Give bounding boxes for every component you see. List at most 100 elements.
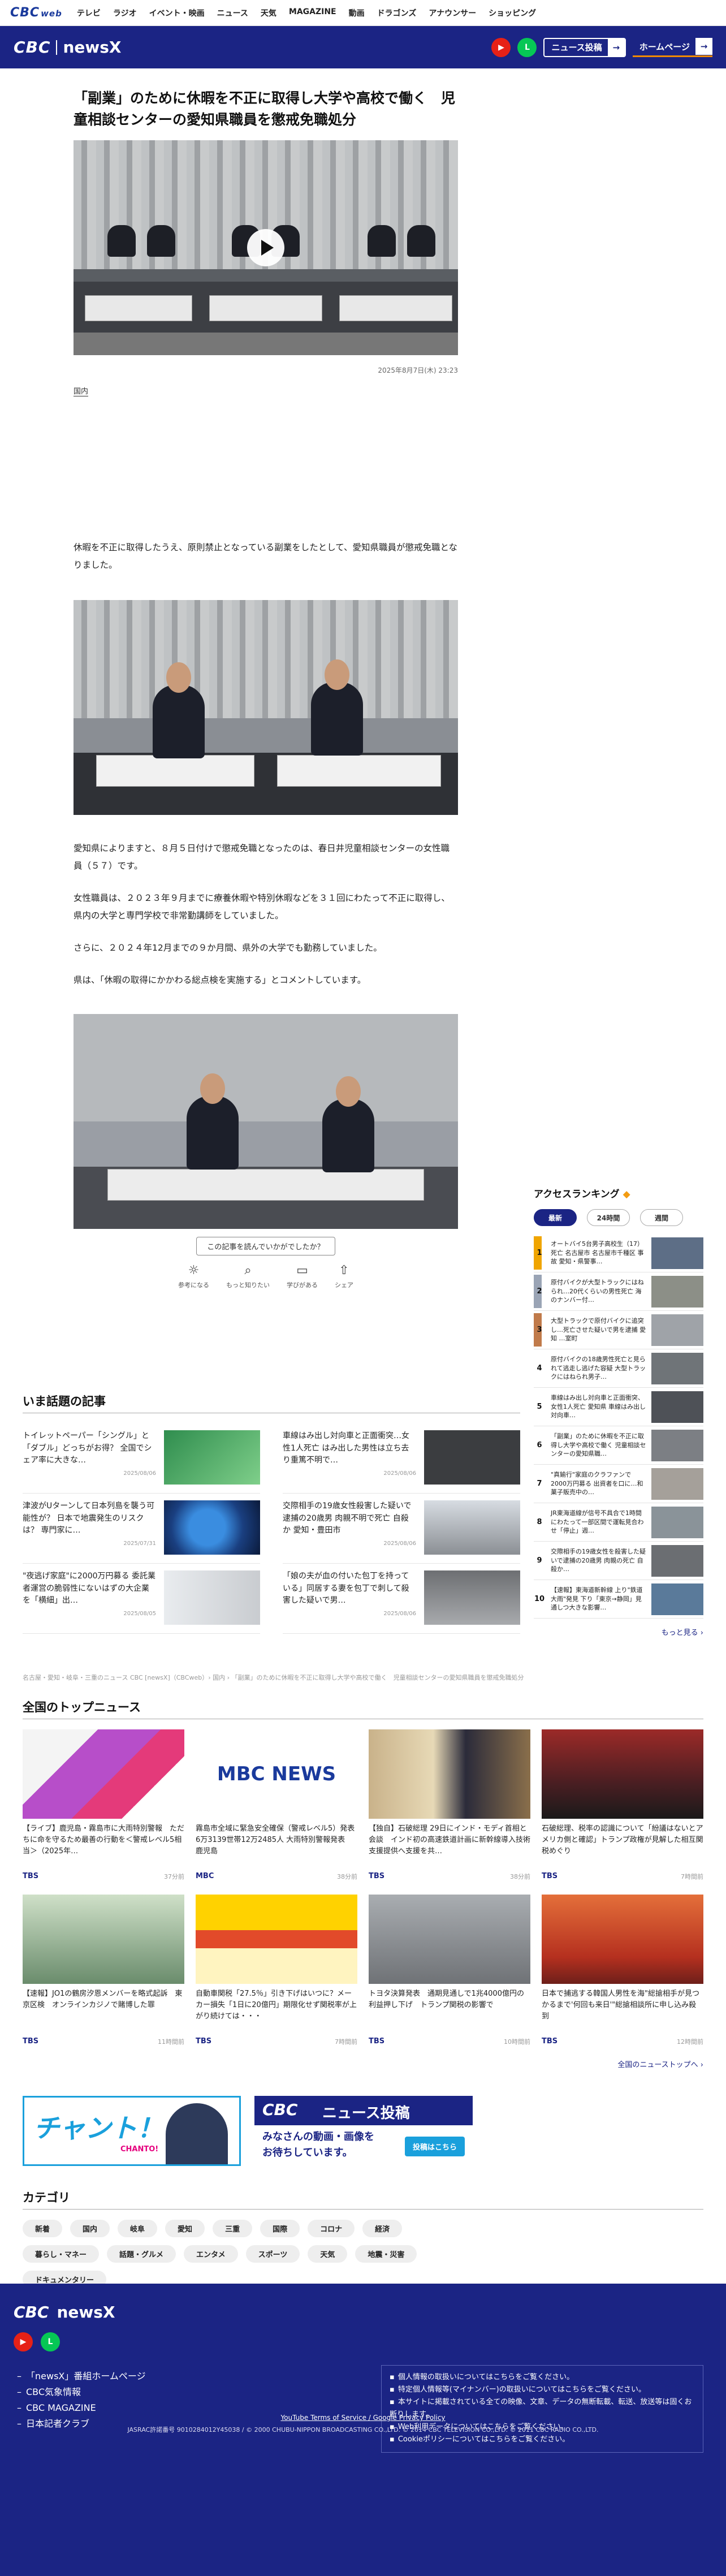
hot-item[interactable]: トイレットペーパー「シングル」と「ダブル」どっちがお得？ 全国でシェア率に大きな… <box>23 1423 260 1494</box>
category-pill[interactable]: エンタメ <box>184 2245 238 2263</box>
category-pill[interactable]: 新着 <box>23 2220 63 2237</box>
ranking-item[interactable]: 9 交際相手の19歳女性を殺害した疑いで逮捕の20歳男 肉親の死亡 自殺か… <box>534 1542 703 1580</box>
hot-item[interactable]: 津波がUターンして日本列島を襲う可能性が？ 日本で地震発生のリスクは？ 専門家に… <box>23 1494 260 1564</box>
chanto-banner[interactable]: チャント！ CHANTO! <box>23 2096 241 2166</box>
notice-link[interactable]: 個人情報の取扱いについてはこちらをご覧ください。 <box>390 2371 695 2384</box>
category-pill[interactable]: 暮らし・マネー <box>23 2245 100 2263</box>
article-paragraph: さらに、２０２４年12月までの９か月間、県外の大学でも勤務していました。 <box>74 943 382 953</box>
nav-item-shopping[interactable]: ショッピング <box>489 7 536 19</box>
news-post-button[interactable]: ニュース投稿 → <box>543 37 626 57</box>
nav-item-dragons[interactable]: ドラゴンズ <box>377 7 417 19</box>
news-card[interactable]: MBC NEWS 霧島市全域に緊急安全確保（警戒レベル5）発表 6万3139世帯1… <box>196 1729 357 1881</box>
category-pill[interactable]: 愛知 <box>165 2220 205 2237</box>
category-pill[interactable]: 岐阜 <box>118 2220 158 2237</box>
notice-link[interactable]: Cookieポリシーについてはこちらをご覧ください。 <box>390 2433 695 2446</box>
ranking-item[interactable]: 5 車線はみ出し対向車と正面衝突、女性1人死亡 愛知県 車線はみ出し対向車… <box>534 1388 703 1426</box>
news-card[interactable]: 【速報】JO1の鶴房汐恩メンバーを略式起訴 東京区検 オンラインカジノで賭博した… <box>23 1895 184 2046</box>
top-news-more-link[interactable]: 全国のニューストップへ › <box>23 2059 703 2069</box>
youtube-icon[interactable]: ▶ <box>14 2332 33 2351</box>
news-card[interactable]: 石破総理、税率の認識について「紛議はないとアメリカ側と確認」トランプ政権が見解し… <box>542 1729 703 1881</box>
hot-item[interactable]: 車線はみ出し対向車と正面衝突…女性1人死亡 はみ出した男性は立ち去り重篤不明で…… <box>283 1423 520 1494</box>
ranking-more-link[interactable]: もっと見る › <box>534 1626 703 1637</box>
news-card[interactable]: 【独自】石破総理 29日にインド・モディ首相と会談 インド初の高速鉄道計画に新幹… <box>369 1729 530 1881</box>
top-news-title: 全国のトップニュース <box>23 1698 703 1719</box>
category-pill[interactable]: 天気 <box>308 2245 348 2263</box>
newsx-brand[interactable]: newsX <box>63 38 121 57</box>
footer-link[interactable]: 「newsX」番組ホームページ <box>17 2368 146 2384</box>
notice-link[interactable]: 特定個人情報等(マイナンバー)の取扱いについてはこちらをご覧ください。 <box>390 2384 695 2396</box>
article-category-link[interactable]: 国内 <box>74 385 89 396</box>
footer-link[interactable]: CBC気象情報 <box>17 2384 146 2400</box>
youtube-icon[interactable]: ▶ <box>491 37 511 57</box>
breadcrumb[interactable]: 名古屋・愛知・岐阜・三重のニュース CBC [newsX]（CBCweb）› 国… <box>23 1673 701 1682</box>
nav-item-video[interactable]: 動画 <box>349 7 365 19</box>
category-pill[interactable]: 地震・災害 <box>355 2245 417 2263</box>
footer-social: ▶ L <box>14 2332 60 2351</box>
news-card[interactable]: トヨタ決算発表 通期見通しで1兆4000億円の利益押し下げ トランプ関税の影響で… <box>369 1895 530 2046</box>
presenter-photo <box>166 2103 228 2164</box>
ranking-thumbnail <box>651 1544 703 1577</box>
header-actions: ▶ L ニュース投稿 → ホームページ → <box>491 37 712 57</box>
category-pill[interactable]: 国内 <box>70 2220 110 2237</box>
homepage-button[interactable]: ホームページ → <box>632 37 712 57</box>
tab-24h[interactable]: 24時間 <box>587 1209 630 1226</box>
category-pill[interactable]: コロナ <box>308 2220 355 2237</box>
hot-item[interactable]: 「娘の夫が血の付いた包丁を持っている」同居する妻を包丁で刺して殺害した疑いで男…… <box>283 1564 520 1634</box>
category-pill[interactable]: 国際 <box>260 2220 300 2237</box>
hot-item[interactable]: 交際相手の19歳女性殺害した疑いで逮捕の20歳男 肉親不明で死亡 自殺か 愛知・… <box>283 1494 520 1564</box>
news-thumbnail <box>542 1729 703 1819</box>
ranking-item[interactable]: 8 JR東海道線が信号不具合で1時間にわたって一部区間で運転見合わせ「停止」週… <box>534 1503 703 1542</box>
line-icon[interactable]: L <box>517 37 537 57</box>
hot-item-thumbnail <box>164 1570 260 1625</box>
ranking-thumbnail <box>651 1314 703 1346</box>
article-paragraph: 愛知県によりますと、８月５日付けで懲戒免職となったのは、春日井児童相談センターの… <box>74 843 450 871</box>
ranking-item[interactable]: 6 「副業」のために休暇を不正に取得し大学や高校で働く 児童相談センターの愛知県職… <box>534 1426 703 1465</box>
ranking-thumbnail <box>651 1391 703 1423</box>
legal-links[interactable]: YouTube Terms of Service / Google Privac… <box>0 2414 726 2422</box>
tab-weekly[interactable]: 週間 <box>640 1209 683 1226</box>
nav-item-radio[interactable]: ラジオ <box>113 7 137 19</box>
news-post-banner[interactable]: CBC ニュース投稿 みなさんの動画・画像を お待ちしています。 投稿はこちら <box>254 2096 473 2166</box>
nav-item-announcer[interactable]: アナウンサー <box>429 7 476 19</box>
arrow-right-icon: → <box>695 38 712 55</box>
cbcweb-logo[interactable]: CBC web <box>10 6 62 20</box>
footer-logo[interactable]: CBC newsX <box>14 2303 115 2322</box>
nav-item-magazine[interactable]: MAGAZINE <box>289 7 336 19</box>
cbc-logo[interactable]: CBC <box>14 38 50 57</box>
hot-item-thumbnail <box>424 1430 520 1485</box>
play-icon[interactable] <box>247 229 284 266</box>
tab-latest[interactable]: 最新 <box>534 1209 577 1226</box>
post-here-button[interactable]: 投稿はこちら <box>404 2137 465 2156</box>
ranking-item[interactable]: 4 原付バイクの18歳男性死亡と見られて逃走し逃げた容疑 大型トラックにはねられ男… <box>534 1349 703 1388</box>
banner-cbc-logo: CBC <box>262 2100 298 2119</box>
nav-item-news[interactable]: ニュース <box>217 7 248 19</box>
reaction-helpful-button[interactable]: ☼ 参考になる <box>178 1263 209 1289</box>
hot-item[interactable]: "夜逃げ家庭"に2000万円募る 委託業者運営の脆弱性にないはずの大企業を「横細… <box>23 1564 260 1634</box>
hot-item-thumbnail <box>424 1570 520 1625</box>
bulb-icon: ☼ <box>188 1263 200 1278</box>
ranking-item[interactable]: 1 オートバイ5台男子高校生（17）死亡 名古屋市 名古屋市千種区 事故 愛知・県… <box>534 1234 703 1272</box>
news-card[interactable]: 【ライブ】鹿児島・霧島市に大雨特別警報 ただちに命を守るため最善の行動を＜警戒レ… <box>23 1729 184 1881</box>
ranking-item[interactable]: 10 【速報】東海道新幹線 上り"鉄道大雨"発見 下り「東京→静岡」見通しつ大きな… <box>534 1580 703 1619</box>
reaction-buttons: ☼ 参考になる ⌕ もっと知りたい ▭ 学びがある ⇧ シェア <box>74 1263 458 1289</box>
reaction-more-button[interactable]: ⌕ もっと知りたい <box>226 1263 270 1289</box>
category-pill[interactable]: 話題・グルメ <box>107 2245 176 2263</box>
ranking-item[interactable]: 2 原付バイクが大型トラックにはねられ…20代くらいの男性死亡 海のナンバー付… <box>534 1272 703 1311</box>
ranking-item[interactable]: 3 大型トラックで原付バイクに追突し…死亡させた疑いで男を逮捕 愛知 …室町 <box>534 1311 703 1349</box>
ranking-thumbnail <box>651 1275 703 1308</box>
news-card[interactable]: 日本で捕逃する韓国人男性を海"総搶相手が見つかるまで'何回も来日'"総搶相談所に… <box>542 1895 703 2046</box>
nav-item-event[interactable]: イベント・映画 <box>149 7 205 19</box>
category-pill[interactable]: スポーツ <box>245 2245 300 2263</box>
ranking-item[interactable]: 7 "真鍮行"家庭のクラファンで2000万円募る 出資者を口に…和菓子販売中の… <box>534 1465 703 1503</box>
nav-item-weather[interactable]: 天気 <box>261 7 276 19</box>
nav-item-tv[interactable]: テレビ <box>77 7 101 19</box>
line-icon[interactable]: L <box>41 2332 60 2351</box>
news-card[interactable]: 自動車関税「27.5％」引き下げはいつに？メーカー損失「1日に20億円」期限化せ… <box>196 1895 357 2046</box>
category-pill[interactable]: 三重 <box>213 2220 253 2237</box>
category-pill[interactable]: 経済 <box>362 2220 403 2237</box>
article-paragraph: 女性職員は、２０２３年９月までに療養休暇や特別休暇などを３１回にわたって不正に取… <box>74 893 450 921</box>
video-player[interactable] <box>74 140 458 355</box>
search-icon: ⌕ <box>244 1263 252 1278</box>
share-button[interactable]: ⇧ シェア <box>335 1263 353 1289</box>
reaction-learn-button[interactable]: ▭ 学びがある <box>287 1263 318 1289</box>
